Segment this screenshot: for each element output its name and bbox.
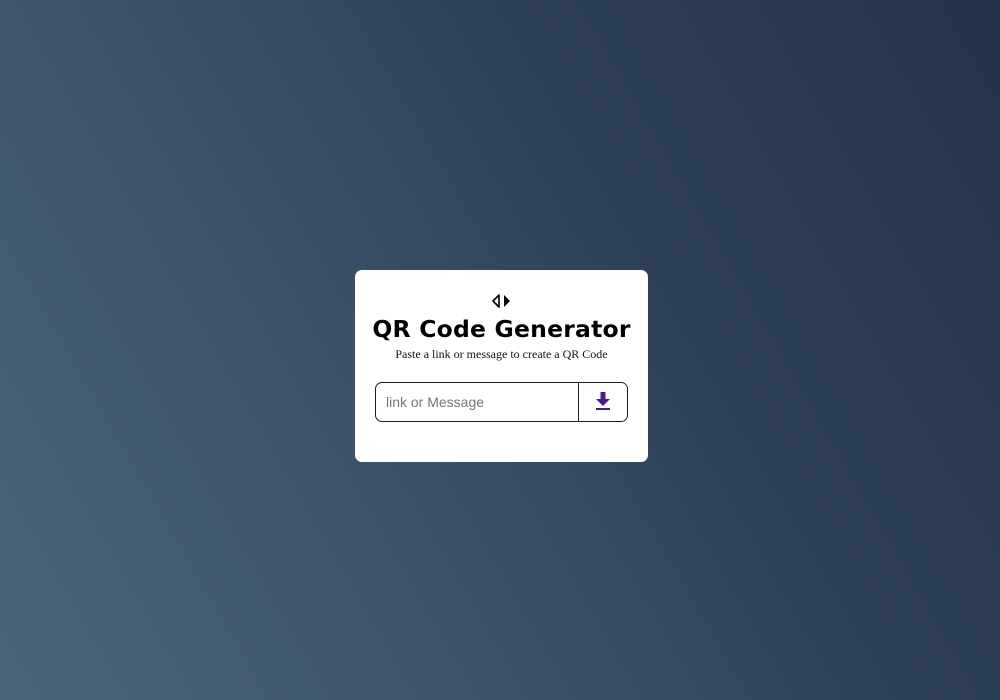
message-input[interactable] [376, 383, 578, 421]
download-button[interactable] [578, 383, 627, 421]
qr-generator-card: QR Code Generator Paste a link or messag… [355, 270, 648, 462]
page-title: QR Code Generator [372, 315, 631, 343]
qr-input-form [375, 382, 628, 422]
download-icon [595, 391, 611, 413]
page-subtitle: Paste a link or message to create a QR C… [395, 347, 608, 361]
code-arrows-icon [355, 294, 648, 308]
